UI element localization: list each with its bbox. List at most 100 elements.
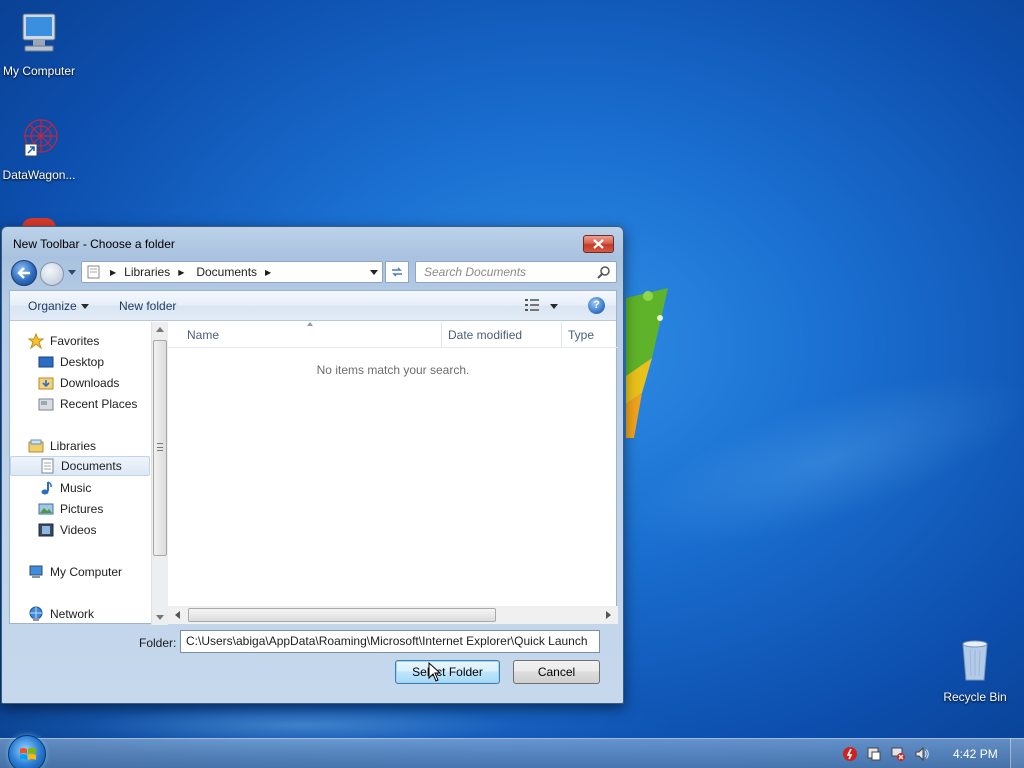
sort-indicator-icon (307, 322, 313, 326)
cancel-button[interactable]: Cancel (513, 660, 600, 684)
desktop-icon-label: Recycle Bin (943, 690, 1007, 704)
nav-label: Downloads (60, 376, 120, 390)
nav-my-computer[interactable]: My Computer (28, 562, 168, 582)
scroll-thumb[interactable] (153, 340, 167, 556)
security-alert-icon[interactable] (842, 746, 858, 762)
network-disconnected-icon[interactable] (890, 746, 906, 762)
navigation-pane: Favorites Desktop Downloads Recent Place… (10, 322, 168, 625)
scroll-right-arrow[interactable] (606, 611, 611, 619)
help-icon[interactable]: ? (588, 297, 605, 314)
volume-icon[interactable] (914, 746, 930, 762)
nav-videos[interactable]: Videos (38, 520, 168, 540)
nav-label: Music (60, 481, 92, 495)
libraries-icon (28, 439, 44, 453)
change-view-icon[interactable] (525, 299, 539, 311)
star-icon (28, 333, 44, 349)
column-divider[interactable] (561, 322, 562, 348)
desktop-icon-recycle-bin[interactable]: Recycle Bin (933, 636, 1017, 704)
downloads-folder-icon (38, 377, 54, 390)
address-dropdown[interactable] (370, 270, 378, 275)
desktop-icon (38, 356, 54, 368)
nav-label: Network (50, 607, 95, 621)
refresh-button[interactable] (385, 261, 409, 283)
nav-label: Libraries (50, 439, 97, 453)
documents-icon (41, 458, 54, 474)
search-box[interactable]: Search Documents (415, 261, 617, 283)
nav-label: Pictures (60, 502, 104, 516)
network-icon (29, 606, 43, 621)
windows-flag-icon (20, 748, 36, 760)
column-type[interactable]: Type (568, 328, 594, 342)
dialog-title: New Toolbar - Choose a folder (13, 237, 175, 251)
nav-recent-places[interactable]: Recent Places (38, 394, 168, 414)
new-folder-button[interactable]: New folder (119, 299, 176, 313)
refresh-icon (392, 267, 402, 277)
desktop-icon-label: DataWagon... (2, 168, 76, 182)
chevron-down-icon (80, 304, 89, 310)
forward-button[interactable] (40, 262, 64, 286)
desktop-icon-datawagon[interactable]: DataWagon... (0, 114, 81, 182)
organize-button[interactable]: Organize (28, 299, 89, 313)
scroll-thumb[interactable] (188, 608, 496, 622)
breadcrumb-documents[interactable]: Documents (196, 265, 257, 279)
navigation-row: ▶ Libraries ▶ Documents ▶ Search Documen… (2, 259, 623, 287)
column-name[interactable]: Name (187, 328, 219, 342)
videos-icon (38, 523, 54, 537)
desktop-icon-label: My Computer (2, 64, 76, 78)
title-bar[interactable]: New Toolbar - Choose a folder (2, 227, 623, 257)
close-button[interactable] (583, 235, 614, 253)
search-icon[interactable] (597, 265, 611, 279)
computer-icon (22, 13, 56, 52)
breadcrumb-separator[interactable]: ▶ (265, 268, 271, 277)
command-bar: Organize New folder ? (10, 291, 616, 321)
folder-path-input[interactable]: C:\Users\abiga\AppData\Roaming\Microsoft… (180, 630, 600, 653)
recent-places-icon (38, 398, 54, 411)
choose-folder-dialog: New Toolbar - Choose a folder ▶ Librarie… (1, 226, 624, 704)
breadcrumb-libraries[interactable]: Libraries (124, 265, 170, 279)
action-center-icon[interactable] (866, 746, 882, 762)
scroll-up-arrow[interactable] (156, 327, 164, 332)
nav-label: Documents (61, 459, 122, 473)
recycle-bin-icon (962, 640, 988, 681)
breadcrumb-separator[interactable]: ▶ (178, 268, 184, 277)
music-icon (41, 481, 52, 495)
desktop-icon-my-computer[interactable]: My Computer (0, 10, 81, 78)
library-icon (87, 265, 100, 279)
view-options-dropdown[interactable] (550, 304, 558, 309)
wallpaper-streak (611, 338, 1024, 582)
pictures-icon (38, 503, 54, 515)
start-button[interactable] (8, 735, 46, 768)
nav-network[interactable]: Network (28, 604, 168, 624)
scroll-left-arrow[interactable] (175, 611, 180, 619)
mouse-cursor-icon (428, 662, 442, 682)
nav-label: Desktop (60, 355, 105, 369)
breadcrumb-separator[interactable]: ▶ (110, 268, 116, 277)
file-list-horizontal-scrollbar[interactable] (168, 606, 618, 624)
scroll-down-arrow[interactable] (156, 615, 164, 620)
organize-label: Organize (28, 299, 77, 313)
nav-label: Favorites (50, 334, 100, 348)
column-headers: Name Date modified Type (168, 322, 618, 348)
recent-pages-dropdown[interactable] (68, 270, 76, 275)
nav-label: Recent Places (60, 397, 138, 411)
back-button[interactable] (11, 260, 37, 286)
nav-label: My Computer (50, 565, 123, 579)
empty-message: No items match your search. (316, 363, 470, 377)
nav-pictures[interactable]: Pictures (38, 499, 168, 519)
address-bar[interactable]: ▶ Libraries ▶ Documents ▶ (81, 261, 383, 283)
column-date-modified[interactable]: Date modified (448, 328, 522, 342)
column-divider[interactable] (441, 322, 442, 348)
select-folder-button[interactable]: Select Folder (395, 660, 500, 684)
taskbar-clock[interactable]: 4:42 PM (953, 747, 998, 761)
nav-downloads[interactable]: Downloads (38, 373, 168, 393)
nav-desktop[interactable]: Desktop (38, 352, 168, 372)
datawagon-icon (24, 119, 58, 157)
nav-music[interactable]: Music (38, 478, 168, 498)
nav-favorites[interactable]: Favorites (28, 331, 168, 351)
folder-label: Folder: (139, 636, 177, 650)
nav-documents[interactable]: Documents (10, 456, 150, 476)
show-desktop-button[interactable] (1010, 738, 1024, 768)
close-icon (593, 239, 604, 249)
nav-libraries[interactable]: Libraries (28, 436, 168, 456)
nav-pane-scrollbar[interactable] (151, 322, 168, 625)
